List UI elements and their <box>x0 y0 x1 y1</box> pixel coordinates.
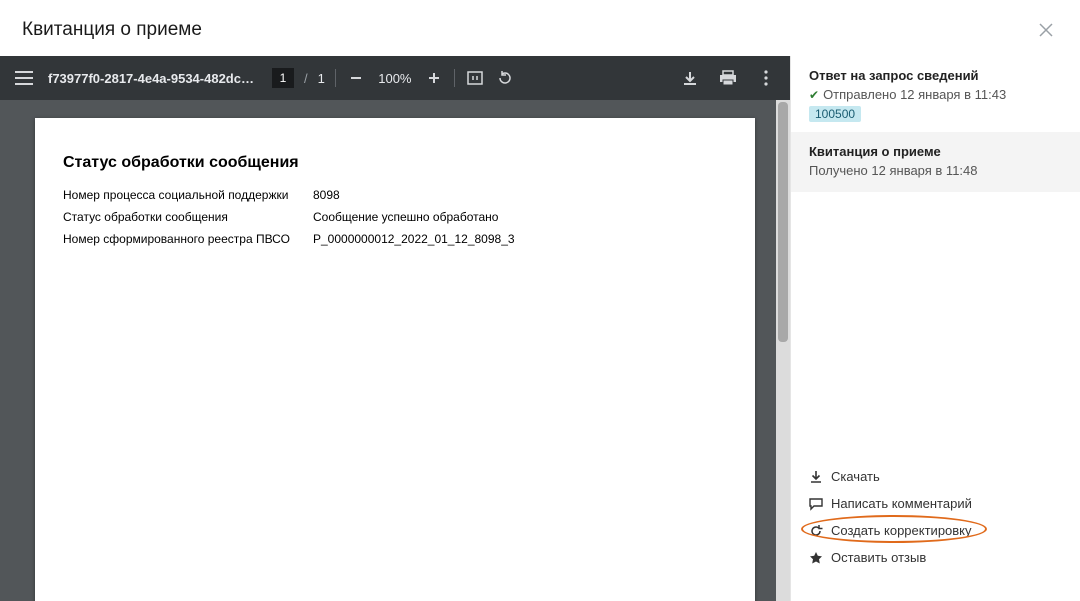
scrollbar-thumb[interactable] <box>778 102 788 342</box>
feed-item-status: Получено 12 января в 11:48 <box>809 163 1064 178</box>
page-separator: / <box>304 71 308 86</box>
pdf-body[interactable]: Статус обработки сообщения Номер процесс… <box>0 100 790 601</box>
feed-item-title: Квитанция о приеме <box>809 144 1064 159</box>
toolbar-divider <box>454 69 455 87</box>
doc-row: Статус обработки сообщения Сообщение усп… <box>63 210 727 224</box>
feed-item[interactable]: Квитанция о приеме Получено 12 января в … <box>791 132 1080 192</box>
more-icon[interactable] <box>756 68 776 88</box>
feed-item-status: ✔ Отправлено 12 января в 11:43 <box>809 87 1064 102</box>
doc-row-label: Номер сформированного реестра ПВСО <box>63 232 313 246</box>
page-total: 1 <box>318 71 325 86</box>
menu-icon[interactable] <box>14 68 34 88</box>
comment-action[interactable]: Написать комментарий <box>809 490 1064 517</box>
action-list: Скачать Написать комментарий Создать кор… <box>791 453 1080 601</box>
doc-heading: Статус обработки сообщения <box>63 154 727 172</box>
pdf-page: Статус обработки сообщения Номер процесс… <box>35 118 755 601</box>
feed-item-status-text: Отправлено 12 января в 11:43 <box>823 87 1006 102</box>
zoom-in-icon[interactable] <box>424 68 444 88</box>
doc-row-value: 8098 <box>313 188 340 202</box>
pdf-toolbar: f73977f0-2817-4e4a-9534-482dc6… 1 / 1 10… <box>0 56 790 100</box>
side-panel: Ответ на запрос сведений ✔ Отправлено 12… <box>790 56 1080 601</box>
feed-item-badge: 100500 <box>809 106 861 122</box>
content-area: f73977f0-2817-4e4a-9534-482dc6… 1 / 1 10… <box>0 56 1080 601</box>
feed-list: Ответ на запрос сведений ✔ Отправлено 12… <box>791 56 1080 192</box>
pdf-viewer: f73977f0-2817-4e4a-9534-482dc6… 1 / 1 10… <box>0 56 790 601</box>
doc-row: Номер сформированного реестра ПВСО P_000… <box>63 232 727 246</box>
check-icon: ✔ <box>809 88 819 102</box>
correction-icon <box>809 524 823 538</box>
download-icon[interactable] <box>680 68 700 88</box>
download-icon <box>809 470 823 484</box>
print-icon[interactable] <box>718 68 738 88</box>
scrollbar[interactable] <box>776 100 790 601</box>
correction-action[interactable]: Создать корректировку <box>809 517 1064 544</box>
page-current-input[interactable]: 1 <box>272 68 294 88</box>
doc-row-label: Статус обработки сообщения <box>63 210 313 224</box>
feed-item-title: Ответ на запрос сведений <box>809 68 1064 83</box>
fit-page-icon[interactable] <box>465 68 485 88</box>
feed-item[interactable]: Ответ на запрос сведений ✔ Отправлено 12… <box>791 56 1080 132</box>
action-label: Оставить отзыв <box>831 550 926 565</box>
close-icon[interactable] <box>1034 18 1058 42</box>
action-label: Создать корректировку <box>831 523 972 538</box>
toolbar-divider <box>335 69 336 87</box>
doc-row: Номер процесса социальной поддержки 8098 <box>63 188 727 202</box>
rotate-icon[interactable] <box>495 68 515 88</box>
doc-row-value: Сообщение успешно обработано <box>313 210 498 224</box>
star-icon <box>809 551 823 565</box>
modal-title: Квитанция о приеме <box>22 19 202 41</box>
download-action[interactable]: Скачать <box>809 463 1064 490</box>
action-label: Скачать <box>831 469 880 484</box>
doc-row-label: Номер процесса социальной поддержки <box>63 188 313 202</box>
doc-row-value: P_0000000012_2022_01_12_8098_3 <box>313 232 515 246</box>
feed-item-status-text: Получено 12 января в 11:48 <box>809 163 978 178</box>
action-label: Написать комментарий <box>831 496 972 511</box>
comment-icon <box>809 497 823 511</box>
zoom-value: 100% <box>376 71 414 86</box>
review-action[interactable]: Оставить отзыв <box>809 544 1064 571</box>
zoom-out-icon[interactable] <box>346 68 366 88</box>
modal-header: Квитанция о приеме <box>0 0 1080 56</box>
pdf-filename: f73977f0-2817-4e4a-9534-482dc6… <box>48 71 258 86</box>
